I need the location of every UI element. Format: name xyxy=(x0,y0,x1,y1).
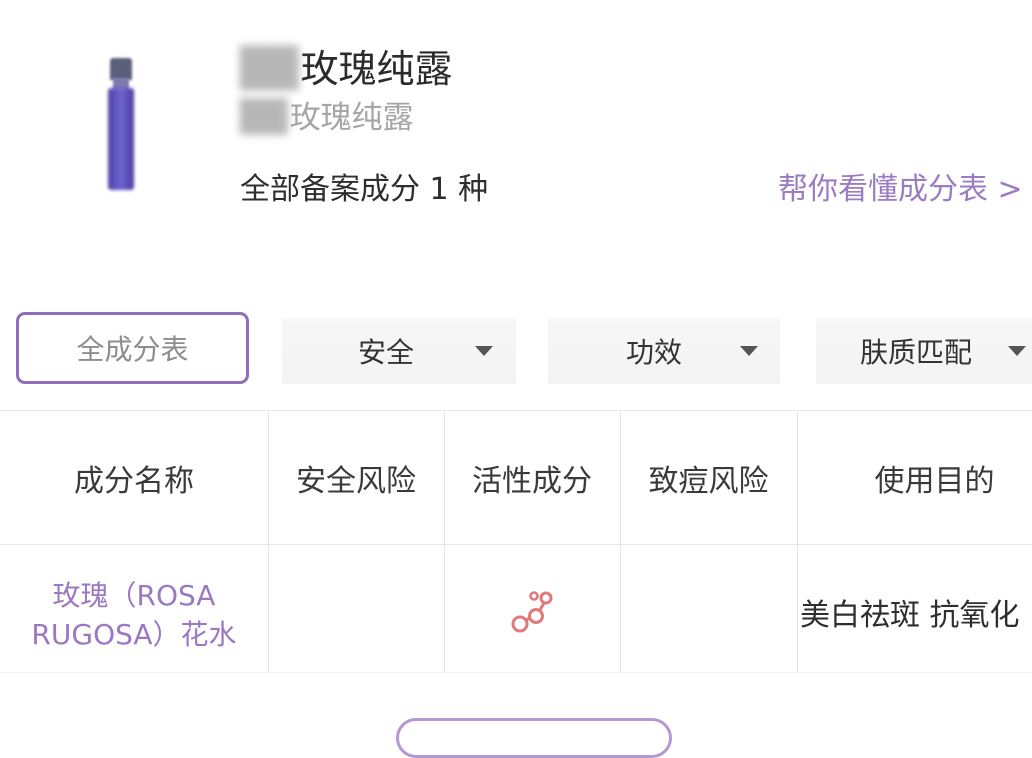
product-image xyxy=(104,58,138,192)
ingredient-name-line1: 玫瑰（ROSA xyxy=(52,579,216,612)
product-title-text: 玫瑰纯露 xyxy=(300,46,453,91)
bottom-action-button[interactable] xyxy=(396,718,672,758)
blurred-brand: ██ xyxy=(240,46,299,90)
table-header-divider xyxy=(0,544,1032,545)
filter-safety-label: 安全 xyxy=(358,336,415,369)
header-purpose: 使用目的 xyxy=(874,464,995,499)
header-acne-risk: 致痘风险 xyxy=(648,464,769,499)
ingredient-count: 全部备案成分 1 种 xyxy=(240,172,489,207)
table-bottom-border xyxy=(0,672,1032,673)
ingredient-name-link[interactable]: 玫瑰（ROSA RUGOSA）花水 xyxy=(0,576,268,654)
product-subtitle: ██ 玫瑰纯露 xyxy=(240,92,414,136)
active-ingredient-icon xyxy=(511,591,553,633)
help-understand-link[interactable]: 帮你看懂成分表 > xyxy=(778,164,1023,208)
blurred-brand-sub: ██ xyxy=(240,98,288,135)
filter-safety[interactable]: 安全 xyxy=(282,318,516,384)
caret-down-icon xyxy=(740,346,758,356)
purpose-text: 美白祛斑 抗氧化 xyxy=(800,598,1020,633)
header-safety-risk: 安全风险 xyxy=(296,464,416,499)
header-active-ingredient: 活性成分 xyxy=(472,464,592,499)
table-top-border xyxy=(0,410,1032,411)
filter-efficacy[interactable]: 功效 xyxy=(548,318,780,384)
header-ingredient-name: 成分名称 xyxy=(74,464,194,499)
filter-efficacy-label: 功效 xyxy=(626,336,683,369)
filter-skin-match-label: 肤质匹配 xyxy=(860,336,973,369)
filter-skin-match[interactable]: 肤质匹配 xyxy=(816,318,1032,384)
tab-all-ingredients[interactable]: 全成分表 xyxy=(16,312,249,384)
caret-down-icon xyxy=(1008,346,1026,356)
product-title: ██ 玫瑰纯露 xyxy=(240,40,453,91)
ingredient-name-line2: RUGOSA）花水 xyxy=(31,618,237,651)
product-subtitle-text: 玫瑰纯露 xyxy=(289,99,414,136)
caret-down-icon xyxy=(475,346,493,356)
